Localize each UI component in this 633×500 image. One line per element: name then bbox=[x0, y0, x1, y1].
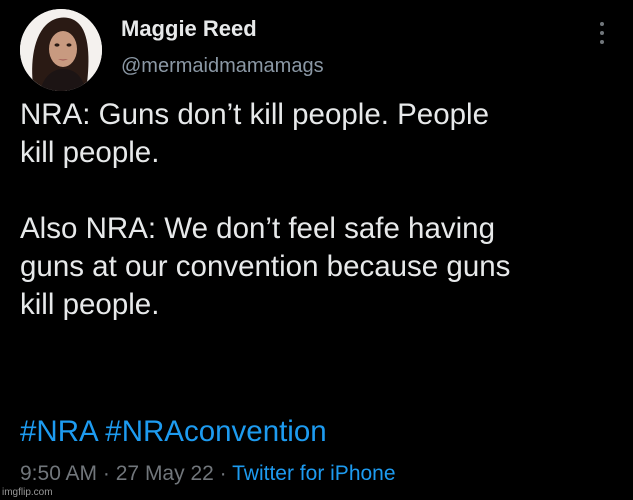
vertical-ellipsis-icon bbox=[600, 22, 604, 26]
tweet-text-line: NRA: Guns don’t kill people. People bbox=[20, 98, 489, 131]
meta-separator: · bbox=[219, 462, 227, 485]
tweet-date[interactable]: 27 May 22 bbox=[116, 462, 214, 485]
more-options-button[interactable] bbox=[592, 20, 612, 46]
vertical-ellipsis-icon bbox=[600, 40, 604, 44]
tweet-source-link[interactable]: Twitter for iPhone bbox=[232, 462, 395, 485]
tweet-time[interactable]: 9:50 AM bbox=[20, 462, 97, 485]
vertical-ellipsis-icon bbox=[600, 31, 604, 35]
profile-photo-icon bbox=[20, 9, 102, 91]
watermark: imgflip.com bbox=[2, 487, 53, 498]
author-handle[interactable]: @mermaidmamamags bbox=[121, 55, 324, 78]
hashtag-link[interactable]: #NRAconvention bbox=[105, 415, 326, 448]
tweet-card: Maggie Reed @mermaidmamamags NRA: Guns d… bbox=[0, 0, 633, 500]
tweet-text-line: kill people. bbox=[20, 288, 160, 321]
hashtag-row: #NRA #NRAconvention bbox=[20, 413, 327, 451]
tweet-text-line: kill people. bbox=[20, 136, 160, 169]
tweet-text-line: guns at our convention because guns bbox=[20, 250, 511, 283]
hashtag-link[interactable]: #NRA bbox=[20, 415, 97, 448]
meta-separator: · bbox=[102, 462, 110, 485]
author-display-name[interactable]: Maggie Reed bbox=[121, 16, 257, 42]
avatar[interactable] bbox=[20, 9, 102, 91]
tweet-text-line: Also NRA: We don’t feel safe having bbox=[20, 212, 495, 245]
tweet-meta: 9:50 AM · 27 May 22 · Twitter for iPhone bbox=[20, 462, 396, 486]
tweet-text: NRA: Guns don’t kill people. People kill… bbox=[20, 96, 620, 324]
